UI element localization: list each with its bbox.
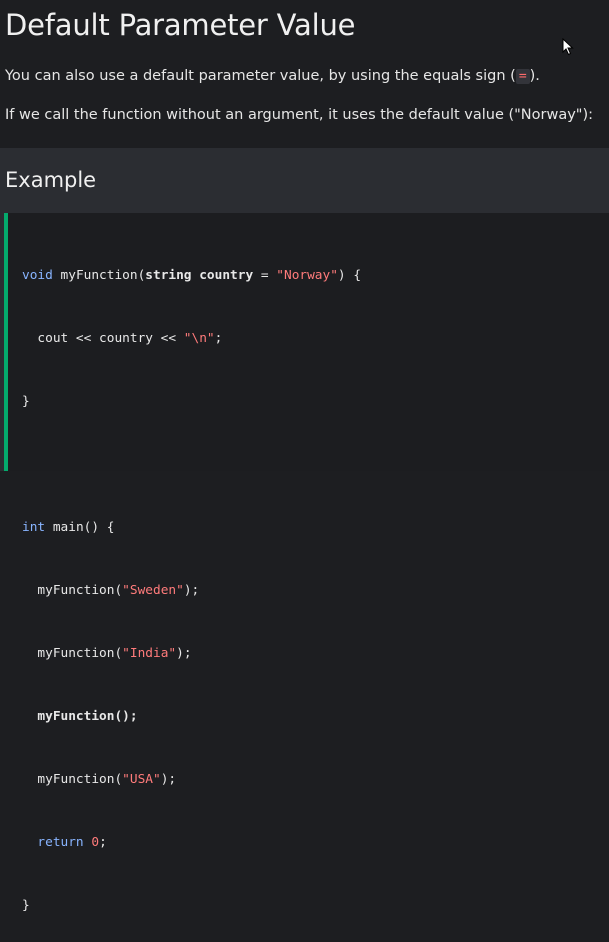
function-name: myFunction( [52, 268, 146, 283]
page-title: Default Parameter Value [5, 8, 356, 42]
string-usa: "USA" [122, 772, 161, 787]
string-newline: "\n" [183, 331, 215, 346]
code-punct: ); [160, 772, 177, 787]
cout-text: cout << country << [22, 331, 184, 346]
code-line-3: } [22, 394, 30, 409]
code-line-7: myFunction("India"); [22, 643, 361, 664]
code-line-1: void myFunction(string country = "Norway… [22, 265, 361, 286]
code-line-8: myFunction(); [22, 709, 138, 724]
call-text: myFunction( [22, 646, 123, 661]
string-sweden: "Sweden" [122, 583, 184, 598]
code-block[interactable]: void myFunction(string country = "Norway… [4, 213, 609, 913]
code-line-5: int main() { [22, 517, 361, 538]
param-text: string country [145, 268, 254, 283]
number-zero: 0 [83, 835, 100, 850]
intro-text: You can also use a default parameter val… [5, 68, 516, 84]
main-text: main() { [45, 520, 115, 535]
call-text: myFunction( [22, 583, 123, 598]
code-line-2: cout << country << "\n"; [22, 328, 361, 349]
code-line-9: myFunction("USA"); [22, 769, 361, 790]
string-india: "India" [122, 646, 177, 661]
example-title: Example [5, 168, 97, 192]
string-norway: "Norway" [276, 268, 338, 283]
code-line-11: } [22, 898, 30, 913]
code-lines: void myFunction(string country = "Norway… [22, 223, 361, 942]
keyword-int: int [22, 520, 46, 535]
code-punct: ); [176, 646, 192, 661]
code-line-10: return 0; [22, 832, 361, 853]
intro-paragraph: You can also use a default parameter val… [5, 68, 540, 84]
code-punct: ; [99, 835, 107, 850]
intro-text-end: ). [529, 68, 540, 84]
mouse-pointer-icon [562, 38, 574, 56]
code-punct: ; [214, 331, 223, 346]
equals-sign-code: = [515, 69, 530, 84]
code-punct: ); [183, 583, 200, 598]
code-punct: ) { [337, 268, 362, 283]
call-text: myFunction( [22, 772, 123, 787]
code-line-6: myFunction("Sweden"); [22, 580, 361, 601]
keyword-return: return [22, 835, 84, 850]
default-value-paragraph: If we call the function without an argum… [5, 107, 594, 123]
keyword-void: void [22, 268, 53, 283]
equals-text: = [253, 268, 277, 283]
